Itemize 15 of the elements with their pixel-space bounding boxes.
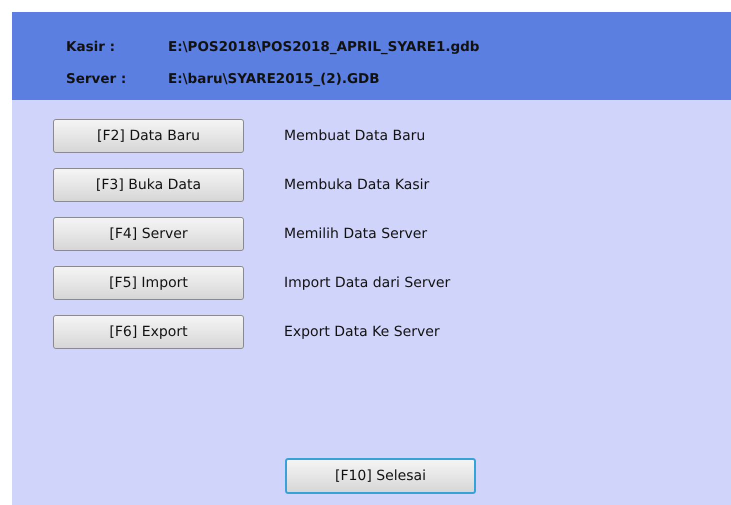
action-description: Membuat Data Baru (284, 128, 426, 144)
action-button[interactable]: [F5] Import (53, 266, 244, 300)
action-button[interactable]: [F2] Data Baru (53, 119, 244, 153)
file-path: E:\POS2018\POS2018_APRIL_SYARE1.gdb (168, 39, 480, 55)
action-description: Memilih Data Server (284, 226, 428, 242)
action-button[interactable]: [F4] Server (53, 217, 244, 251)
action-description: Import Data dari Server (284, 275, 450, 291)
finish-button[interactable]: [F10] Selesai (285, 458, 476, 494)
action-button[interactable]: [F3] Buka Data (53, 168, 244, 202)
action-button[interactable]: [F6] Export (53, 315, 244, 349)
file-path: E:\baru\SYARE2015_(2).GDB (168, 71, 380, 87)
path-label: Kasir : (66, 39, 116, 55)
action-description: Membuka Data Kasir (284, 177, 430, 193)
path-label: Server : (66, 71, 128, 87)
action-description: Export Data Ke Server (284, 324, 440, 340)
